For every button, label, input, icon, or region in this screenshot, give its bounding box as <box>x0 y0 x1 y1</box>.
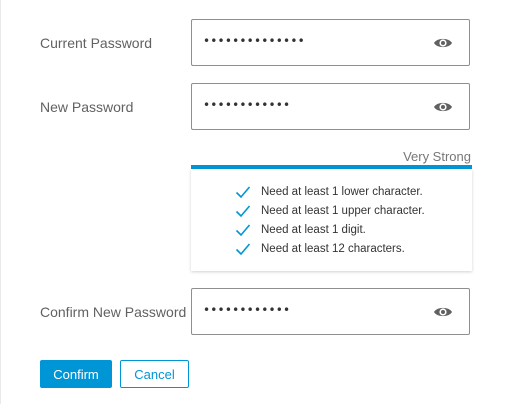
confirm-password-field[interactable]: •••••••••••• <box>191 288 470 335</box>
checkmark-icon <box>235 243 251 256</box>
password-rule-text: Need at least 12 characters. <box>261 243 405 255</box>
password-rule: Need at least 12 characters. <box>235 240 405 258</box>
eye-icon[interactable] <box>433 304 453 320</box>
current-password-label: Current Password <box>40 35 153 51</box>
password-rules-panel: Need at least 1 lower character. Need at… <box>191 169 472 271</box>
current-password-value[interactable]: •••••••••••••• <box>203 34 305 48</box>
confirm-password-value[interactable]: •••••••••••• <box>203 303 290 317</box>
password-rule: Need at least 1 upper character. <box>235 202 425 220</box>
left-divider <box>0 0 1 404</box>
checkmark-icon <box>235 186 251 199</box>
eye-icon[interactable] <box>433 35 453 51</box>
checkmark-icon <box>235 205 251 218</box>
new-password-field[interactable]: •••••••••••• <box>191 83 470 130</box>
new-password-value[interactable]: •••••••••••• <box>203 98 290 112</box>
eye-icon[interactable] <box>433 99 453 115</box>
confirm-password-label: Confirm New Password <box>40 304 187 320</box>
cancel-button[interactable]: Cancel <box>120 360 189 388</box>
checkmark-icon <box>235 224 251 237</box>
password-rule-text: Need at least 1 digit. <box>261 224 366 236</box>
current-password-field[interactable]: •••••••••••••• <box>191 19 470 66</box>
password-rule-text: Need at least 1 upper character. <box>261 205 425 217</box>
password-rule-text: Need at least 1 lower character. <box>261 186 423 198</box>
password-rule: Need at least 1 digit. <box>235 221 366 239</box>
new-password-label: New Password <box>40 99 134 115</box>
confirm-button[interactable]: Confirm <box>40 360 112 388</box>
change-password-form: Current Password •••••••••••••• New Pass… <box>0 0 523 404</box>
strength-label: Very Strong <box>403 149 471 164</box>
password-rule: Need at least 1 lower character. <box>235 183 423 201</box>
